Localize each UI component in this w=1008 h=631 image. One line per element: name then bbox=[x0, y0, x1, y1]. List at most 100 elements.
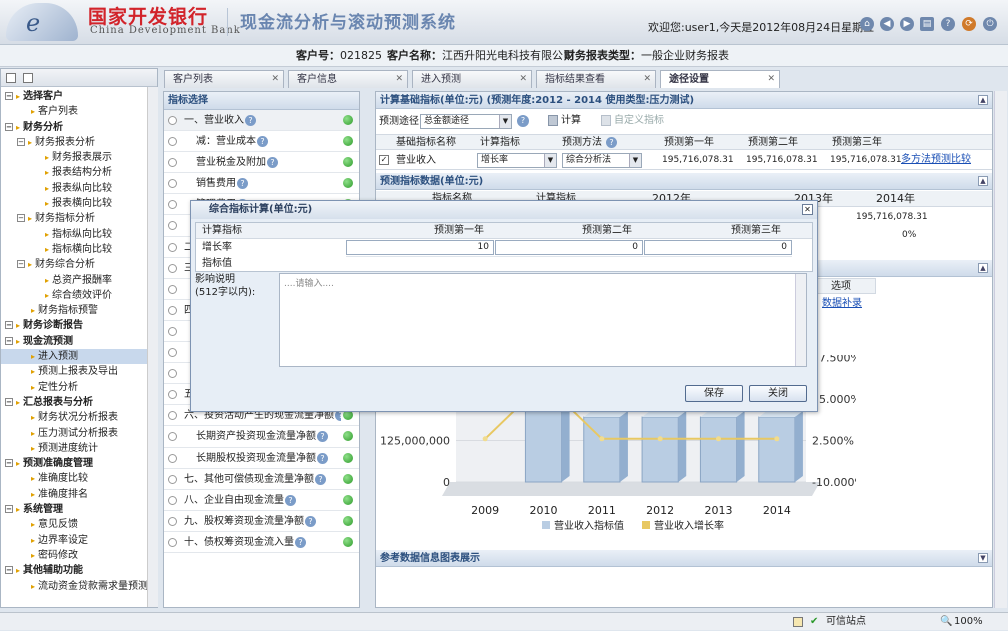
expand-toggle-icon[interactable]: − bbox=[5, 505, 13, 514]
nav-item[interactable]: ▸ 定性分析 bbox=[1, 380, 157, 395]
nav-item[interactable]: ▸ 进入预测 bbox=[1, 349, 157, 365]
nav-item[interactable]: − ▸ 系统管理 bbox=[1, 502, 157, 517]
nav-item[interactable]: − ▸ 财务分析 bbox=[1, 120, 157, 135]
method-select[interactable]: 综合分析法 ▼ bbox=[562, 153, 642, 168]
indicator-row[interactable]: 营业税金及附加? bbox=[164, 152, 359, 174]
expand-toggle-icon[interactable]: − bbox=[17, 260, 25, 269]
calc-button[interactable]: 计算 bbox=[561, 113, 581, 128]
close-icon[interactable]: ✕ bbox=[271, 71, 279, 88]
help-icon[interactable]: ? bbox=[315, 473, 326, 485]
year3-growth-input[interactable]: 0 bbox=[644, 240, 792, 255]
nav-item[interactable]: − ▸ 汇总报表与分析 bbox=[1, 395, 157, 410]
close-icon[interactable]: ✕ bbox=[767, 71, 775, 88]
year2-growth-input[interactable]: 0 bbox=[495, 240, 643, 255]
nav-item[interactable]: ▸ 报表纵向比较 bbox=[1, 181, 157, 196]
help-icon[interactable]: ? bbox=[245, 115, 256, 126]
nav-item[interactable]: ▸ 综合绩效评价 bbox=[1, 288, 157, 303]
expand-toggle-icon[interactable]: − bbox=[5, 336, 13, 345]
nav-item[interactable]: − ▸ 财务综合分析 bbox=[1, 257, 157, 272]
indicator-radio[interactable] bbox=[168, 263, 177, 273]
collapse-icon[interactable]: ▼ bbox=[978, 553, 988, 563]
indicator-radio[interactable] bbox=[168, 432, 177, 442]
help-icon[interactable]: ? bbox=[941, 17, 955, 31]
indicator-radio[interactable] bbox=[168, 305, 177, 315]
nav-item[interactable]: − ▸ 选择客户 bbox=[1, 89, 157, 104]
home-icon[interactable]: ⌂ bbox=[860, 17, 874, 31]
tab-indicator-results[interactable]: 指标结果查看 ✕ bbox=[536, 70, 656, 88]
indicator-row[interactable]: 八、企业自由现金流量? bbox=[164, 490, 359, 511]
nav-item[interactable]: ▸ 预测上报表及导出 bbox=[1, 364, 157, 379]
indicator-radio[interactable] bbox=[168, 158, 177, 168]
nav-item[interactable]: ▸ 密码修改 bbox=[1, 548, 157, 563]
back-icon[interactable]: ◀ bbox=[880, 17, 894, 31]
nav-item[interactable]: ▸ 压力测试分析报表 bbox=[1, 426, 157, 441]
main-scrollbar[interactable] bbox=[994, 91, 1007, 608]
nav-item[interactable]: − ▸ 财务诊断报告 bbox=[1, 318, 157, 333]
forward-icon[interactable]: ▶ bbox=[900, 17, 914, 31]
indicator-radio[interactable] bbox=[168, 242, 177, 252]
collapse-icon[interactable]: ▲ bbox=[978, 176, 988, 186]
indicator-row[interactable]: 长期股权投资现金流量净额? bbox=[164, 448, 359, 469]
expand-toggle-icon[interactable]: − bbox=[5, 397, 13, 406]
nav-item[interactable]: ▸ 准确度比较 bbox=[1, 471, 157, 486]
help-icon[interactable]: ? bbox=[267, 157, 278, 169]
nav-item[interactable]: ▸ 意见反馈 bbox=[1, 517, 157, 532]
indicator-radio[interactable] bbox=[168, 495, 177, 505]
expand-toggle-icon[interactable]: − bbox=[5, 321, 13, 330]
close-button[interactable]: 关闭 bbox=[749, 385, 807, 402]
expand-toggle-icon[interactable]: − bbox=[5, 459, 13, 468]
nav-item[interactable]: − ▸ 其他辅助功能 bbox=[1, 563, 157, 578]
help-icon[interactable]: ? bbox=[257, 136, 268, 148]
close-icon[interactable]: ✕ bbox=[802, 204, 813, 215]
indicator-radio[interactable] bbox=[168, 221, 177, 231]
save-button[interactable]: 保存 bbox=[685, 385, 743, 402]
indicator-row[interactable]: 销售费用? bbox=[164, 173, 359, 195]
expand-toggle-icon[interactable]: − bbox=[17, 214, 25, 223]
expand-toggle-icon[interactable]: − bbox=[5, 122, 13, 131]
nav-item[interactable]: ▸ 客户列表 bbox=[1, 104, 157, 119]
expand-toggle-icon[interactable]: − bbox=[5, 92, 13, 100]
indicator-row[interactable]: 十、债权筹资现金流入量? bbox=[164, 532, 359, 553]
close-icon[interactable]: ✕ bbox=[643, 71, 651, 88]
help-icon[interactable]: ? bbox=[317, 431, 328, 443]
expand-toggle-icon[interactable]: − bbox=[17, 137, 25, 146]
indicator-radio[interactable] bbox=[168, 137, 177, 147]
refresh-icon[interactable]: ⟳ bbox=[962, 17, 976, 31]
help-icon[interactable]: ? bbox=[517, 115, 529, 127]
nav-item[interactable]: − ▸ 现金流预测 bbox=[1, 334, 157, 349]
book-icon[interactable]: ▤ bbox=[920, 17, 934, 31]
indicator-radio[interactable] bbox=[168, 179, 177, 189]
indicator-radio[interactable] bbox=[168, 369, 177, 379]
help-icon[interactable]: ? bbox=[317, 452, 328, 464]
zoom-level[interactable]: 100% bbox=[954, 613, 983, 631]
indicator-row[interactable]: 七、其他可偿债现金流量净额? bbox=[164, 469, 359, 490]
indicator-radio[interactable] bbox=[168, 284, 177, 294]
expand-icon[interactable] bbox=[23, 73, 33, 83]
nav-item[interactable]: ▸ 预测进度统计 bbox=[1, 441, 157, 456]
indicator-radio[interactable] bbox=[168, 537, 177, 547]
indicator-radio[interactable] bbox=[168, 326, 177, 336]
help-icon[interactable]: ? bbox=[285, 494, 296, 506]
collapse-icon[interactable] bbox=[6, 73, 16, 83]
calc-indicator-select[interactable]: 增长率 ▼ bbox=[477, 153, 557, 168]
indicator-radio[interactable] bbox=[168, 453, 177, 463]
indicator-row[interactable]: 减：营业成本? bbox=[164, 131, 359, 153]
nav-scrollbar[interactable] bbox=[147, 87, 158, 607]
help-icon[interactable]: ? bbox=[295, 536, 306, 548]
tab-enter-forecast[interactable]: 进入预测 ✕ bbox=[412, 70, 532, 88]
indicator-radio[interactable] bbox=[168, 411, 177, 421]
nav-item[interactable]: ▸ 边界率设定 bbox=[1, 533, 157, 548]
nav-item[interactable]: ▸ 财务指标预警 bbox=[1, 303, 157, 318]
data-supplement-link[interactable]: 数据补录 bbox=[822, 296, 862, 311]
collapse-icon[interactable]: ▲ bbox=[978, 95, 988, 105]
indicator-row[interactable]: 九、股权筹资现金流量净额? bbox=[164, 511, 359, 532]
textarea-scrollbar[interactable] bbox=[795, 274, 806, 366]
row-checkbox[interactable]: ✓ bbox=[379, 155, 389, 165]
custom-indicator-button[interactable]: 自定义指标 bbox=[614, 113, 664, 128]
power-icon[interactable]: ⏻ bbox=[983, 17, 997, 31]
nav-item[interactable]: ▸ 财务报表展示 bbox=[1, 150, 157, 165]
close-icon[interactable]: ✕ bbox=[395, 71, 403, 88]
indicator-radio[interactable] bbox=[168, 516, 177, 526]
tab-customer-info[interactable]: 客户信息 ✕ bbox=[288, 70, 408, 88]
indicator-row[interactable]: 一、营业收入? bbox=[164, 110, 359, 132]
